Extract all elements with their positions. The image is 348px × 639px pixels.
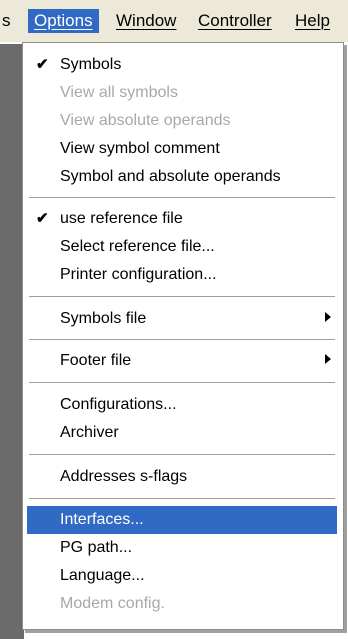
menu-item-label: Select reference file... [60,238,215,255]
menu-separator [29,498,335,500]
checkmark-icon: ✔ [36,56,49,73]
application-background [0,44,24,639]
menu-item-select-reference-file[interactable]: Select reference file... [27,233,337,261]
menu-item-label: Symbols [60,56,122,73]
menu-item-view-absolute-operands: View absolute operands [27,107,337,135]
menu-item-label: Symbols file [60,310,147,327]
checkmark-icon: ✔ [36,210,49,227]
options-dropdown-menu: ✔ Symbols View all symbols View absolute… [22,42,344,630]
menu-item-label: Interfaces... [60,511,144,528]
menu-item-use-reference-file[interactable]: ✔ use reference file [27,205,337,233]
menu-item-symbol-and-absolute-operands[interactable]: Symbol and absolute operands [27,163,337,191]
menubar-item-help[interactable]: Help [289,9,336,33]
menu-item-view-all-symbols: View all symbols [27,79,337,107]
menu-item-label: Archiver [60,424,119,441]
menu-item-label: Configurations... [60,396,177,413]
menu-item-view-symbol-comment[interactable]: View symbol comment [27,135,337,163]
menu-item-label: Language... [60,567,145,584]
menu-item-configurations[interactable]: Configurations... [27,391,337,419]
menu-item-label: PG path... [60,539,133,556]
menu-item-footer-file[interactable]: Footer file [27,347,337,375]
menu-bar: s Options Window Controller Help [0,0,348,42]
menu-item-printer-configuration[interactable]: Printer configuration... [27,261,337,289]
menubar-item-truncated[interactable]: s [0,9,17,33]
menu-item-symbols[interactable]: ✔ Symbols [27,51,337,79]
menu-item-label: View absolute operands [60,112,231,129]
menu-separator [29,296,335,298]
menu-separator [29,197,335,199]
menu-separator [29,339,335,341]
menu-item-label: Addresses s-flags [60,468,188,485]
menu-item-symbols-file[interactable]: Symbols file [27,305,337,333]
menu-item-archiver[interactable]: Archiver [27,419,337,447]
menu-separator [29,454,335,456]
menu-item-label: Printer configuration... [60,266,217,283]
menu-item-pg-path[interactable]: PG path... [27,534,337,562]
menu-item-label: Footer file [60,352,132,369]
menu-item-label: View all symbols [60,84,178,101]
menu-item-label: use reference file [60,210,183,227]
submenu-arrow-icon [325,354,331,364]
menu-item-interfaces[interactable]: Interfaces... [27,506,337,534]
menubar-item-window[interactable]: Window [110,9,182,33]
menubar-item-controller[interactable]: Controller [192,9,278,33]
menu-item-label: View symbol comment [60,140,220,157]
menu-separator [29,382,335,384]
menu-item-label: Symbol and absolute operands [60,168,281,185]
submenu-arrow-icon [325,312,331,322]
menu-item-addresses-s-flags[interactable]: Addresses s-flags [27,463,337,491]
menu-item-label: Modem config. [60,595,165,612]
menubar-item-options[interactable]: Options [28,9,99,33]
menu-item-modem-config: Modem config. [27,590,337,618]
menu-item-language[interactable]: Language... [27,562,337,590]
